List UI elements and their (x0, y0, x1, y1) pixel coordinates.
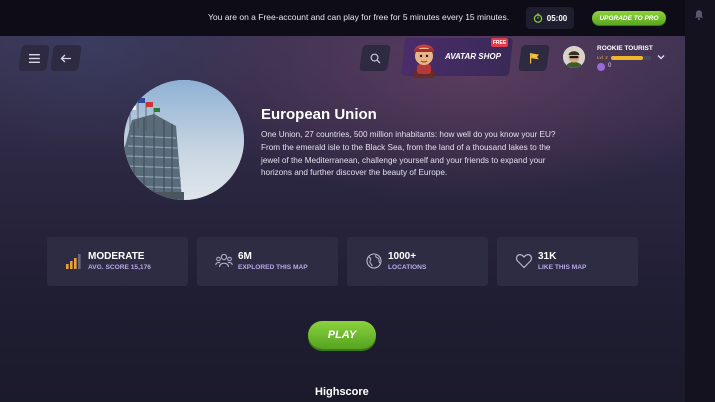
stat-label: AVG. SCORE 15,176 (88, 264, 151, 271)
stat-value: 31K (538, 251, 557, 262)
map-description: One Union, 27 countries, 500 million inh… (261, 130, 556, 178)
upgrade-to-pro-button[interactable]: UPGRADE TO PRO (592, 11, 666, 25)
stat-value: MODERATE (88, 251, 145, 262)
banner-message: You are on a Free-account and can play f… (208, 12, 510, 22)
arrow-left-icon (60, 54, 71, 62)
user-name: ROOKIE TOURIST (597, 45, 653, 52)
flag-icon (529, 53, 539, 64)
coin-count: 0 (608, 63, 612, 69)
notification-bell-icon[interactable] (693, 9, 705, 21)
highscore-heading: Highscore (315, 386, 369, 398)
heart-icon (515, 253, 533, 269)
stat-label: LOCATIONS (388, 264, 427, 271)
stopwatch-icon (533, 13, 542, 23)
free-play-timer: 05:00 (526, 7, 574, 29)
xp-progress-bar (611, 56, 651, 60)
play-button[interactable]: PLAY (308, 321, 376, 349)
stat-label: LIKE THIS MAP (538, 264, 587, 271)
search-button[interactable] (359, 45, 391, 71)
flag-button[interactable] (518, 45, 550, 71)
menu-button[interactable] (18, 45, 50, 71)
timer-value: 05:00 (546, 13, 568, 23)
free-account-banner: You are on a Free-account and can play f… (0, 0, 685, 36)
stat-label: EXPLORED THIS MAP (238, 264, 308, 271)
user-avatar[interactable] (563, 46, 585, 68)
avatar-character-icon (413, 44, 435, 78)
coin-icon (597, 63, 605, 71)
user-avatar-image (563, 46, 585, 68)
stat-value: 6M (238, 251, 252, 262)
parliament-building-image (124, 80, 244, 200)
map-cover-image (124, 80, 244, 200)
stat-card-locations: 1000+ LOCATIONS (347, 237, 488, 286)
stat-card-likes[interactable]: 31K LIKE THIS MAP (497, 237, 638, 286)
stat-card-difficulty: MODERATE AVG. SCORE 15,176 (47, 237, 188, 286)
free-badge: FREE (491, 38, 508, 47)
avatar-shop-label: AVATAR SHOP (445, 52, 501, 61)
people-icon (215, 253, 233, 268)
difficulty-bars-icon (66, 254, 81, 269)
right-rail (685, 0, 715, 402)
back-button[interactable] (50, 45, 82, 71)
map-title: European Union (261, 106, 377, 123)
globe-icon (366, 253, 382, 269)
chevron-down-icon[interactable] (657, 53, 665, 61)
stat-card-explored: 6M EXPLORED THIS MAP (197, 237, 338, 286)
stat-value: 1000+ (388, 251, 417, 262)
search-icon (370, 53, 380, 63)
xp-progress-fill (611, 56, 643, 60)
hamburger-icon (28, 53, 40, 63)
user-level: Lvl. 2 (597, 55, 608, 60)
